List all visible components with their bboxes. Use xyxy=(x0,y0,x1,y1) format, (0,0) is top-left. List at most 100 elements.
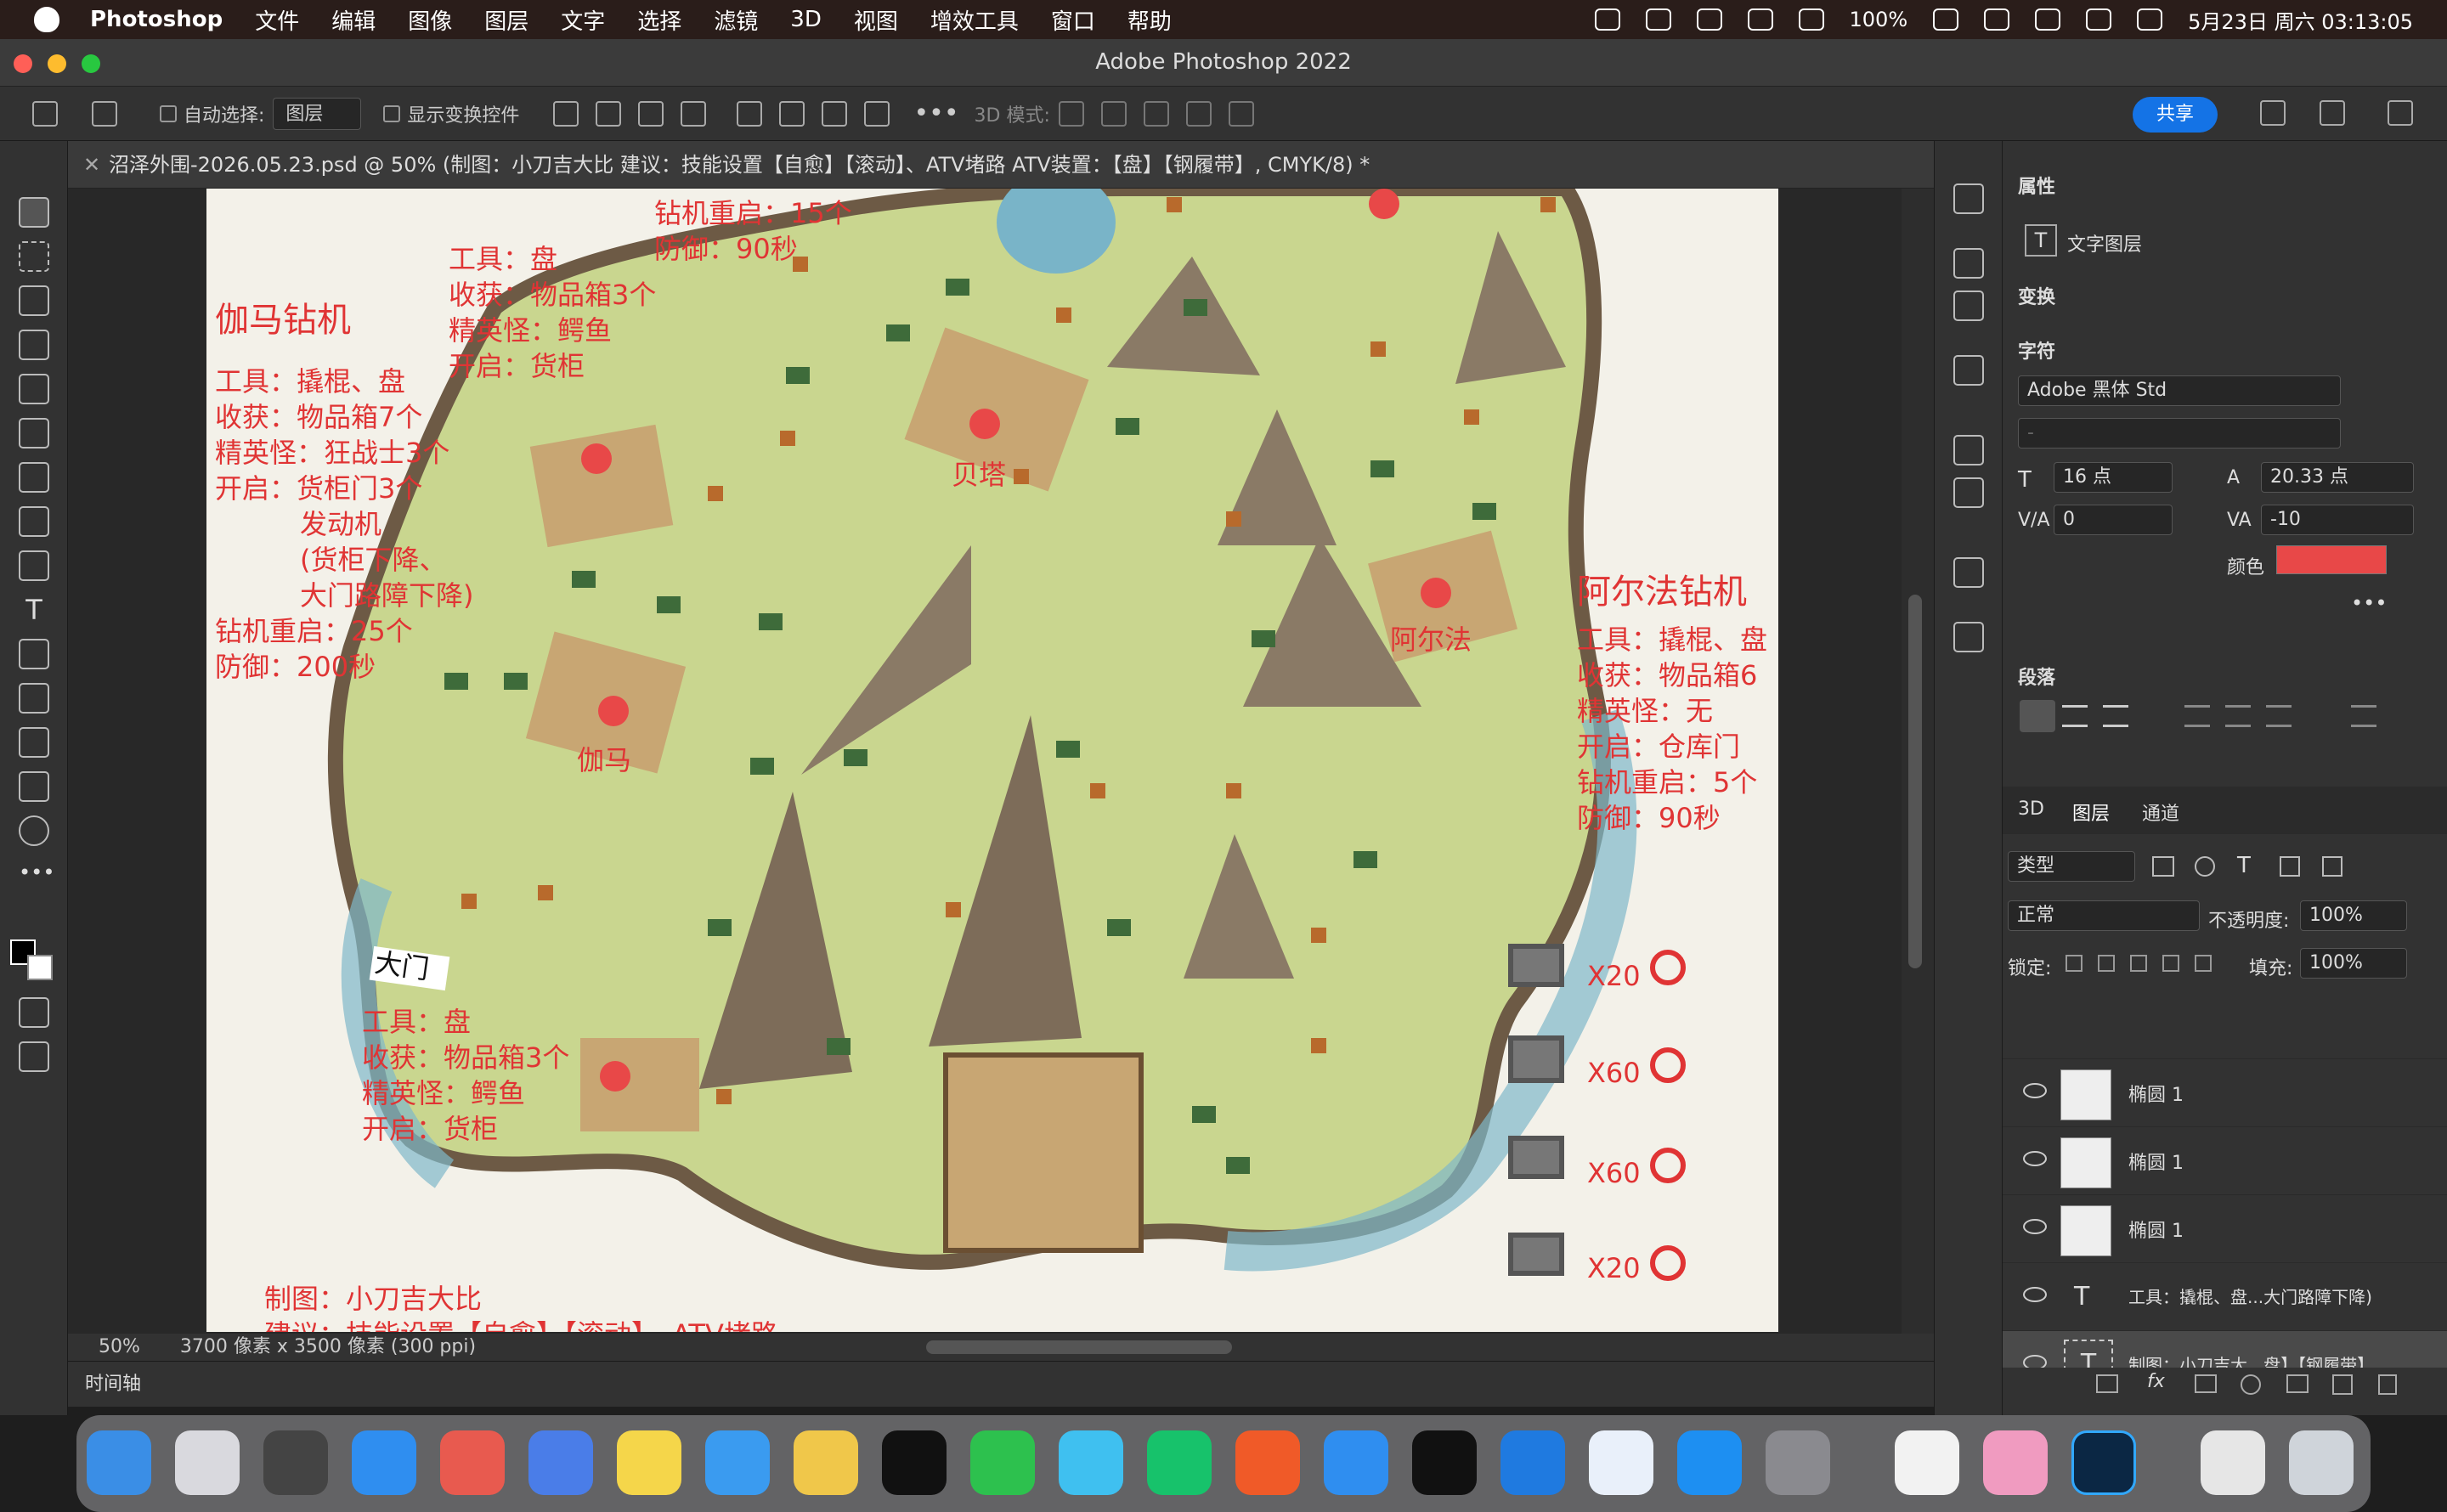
menu-view[interactable]: 视图 xyxy=(854,4,898,36)
adjustments-icon[interactable] xyxy=(1953,291,1984,321)
visibility-eye-icon[interactable] xyxy=(2023,1083,2047,1098)
align-middle-icon[interactable] xyxy=(779,100,805,127)
vertical-scroll-thumb[interactable] xyxy=(1908,595,1922,968)
justify-center-icon[interactable] xyxy=(2225,705,2251,727)
display-status-icon[interactable] xyxy=(1645,8,1671,31)
menu-image[interactable]: 图像 xyxy=(408,4,452,36)
tools-panel-icon[interactable] xyxy=(1953,557,1984,588)
share-button[interactable]: 共享 xyxy=(2133,97,2218,133)
distribute-vertical-icon[interactable] xyxy=(864,100,890,127)
kerning-field[interactable]: 0 xyxy=(2054,505,2173,535)
workspace-icon[interactable] xyxy=(2320,100,2345,126)
share-export-icon[interactable] xyxy=(2388,100,2413,126)
fill-field[interactable]: 100% xyxy=(2300,948,2407,979)
qq-icon[interactable] xyxy=(882,1430,947,1495)
type-tool-icon[interactable]: T xyxy=(19,595,49,625)
filter-adjustment-icon[interactable] xyxy=(2195,856,2215,877)
justify-all-icon[interactable] xyxy=(2351,705,2376,727)
layer-row[interactable]: 椭圆 1 xyxy=(2003,1194,2447,1262)
lock-pixels-icon[interactable] xyxy=(2066,955,2082,972)
link-layers-icon[interactable] xyxy=(2096,1374,2118,1393)
brush-settings-icon[interactable] xyxy=(1953,248,1984,279)
paragraph-panel-icon[interactable] xyxy=(1953,477,1984,508)
clock[interactable]: 5月23日 周六 03:13:05 xyxy=(2188,5,2413,35)
history-panel-icon[interactable] xyxy=(1953,183,1984,214)
mail-icon[interactable] xyxy=(705,1430,770,1495)
layer-name[interactable]: 椭圆 1 xyxy=(2128,1216,2184,1243)
roll-3d-icon[interactable] xyxy=(1100,100,1127,127)
blend-mode-select[interactable]: 正常 xyxy=(2008,900,2200,931)
tiktok-icon[interactable] xyxy=(1412,1430,1477,1495)
character-section[interactable]: 字符 xyxy=(2018,336,2055,364)
menu-type[interactable]: 文字 xyxy=(561,4,605,36)
siri-icon[interactable] xyxy=(2137,8,2163,31)
more-options-icon[interactable]: ••• xyxy=(2351,591,2387,615)
wechat-icon[interactable] xyxy=(970,1430,1035,1495)
slide-3d-icon[interactable] xyxy=(1185,100,1212,127)
calculator-icon[interactable] xyxy=(263,1430,328,1495)
align-center-icon[interactable] xyxy=(596,100,622,127)
visibility-eye-icon[interactable] xyxy=(2023,1287,2047,1302)
marquee-tool-icon[interactable] xyxy=(19,241,49,272)
pen-tool-icon[interactable] xyxy=(19,639,49,669)
lasso-tool-icon[interactable] xyxy=(19,285,49,316)
align-right-text-icon[interactable] xyxy=(2103,705,2128,727)
zoom-tool-icon[interactable] xyxy=(19,815,49,846)
font-style-select[interactable]: - xyxy=(2018,418,2341,449)
delete-layer-icon[interactable] xyxy=(2378,1374,2397,1395)
filter-type-icon[interactable]: T xyxy=(2237,853,2251,878)
leading-field[interactable]: 20.33 点 xyxy=(2261,462,2414,493)
pan-3d-icon[interactable] xyxy=(1143,100,1169,127)
filter-image-icon[interactable] xyxy=(2152,856,2174,877)
battery-icon[interactable] xyxy=(1933,8,1959,31)
system-settings-icon[interactable] xyxy=(1766,1430,1830,1495)
hand-tool-icon[interactable] xyxy=(19,771,49,802)
notes-icon[interactable] xyxy=(617,1430,681,1495)
trash-icon[interactable] xyxy=(2289,1430,2354,1495)
eraser-tool-icon[interactable] xyxy=(19,506,49,537)
auto-select-dropdown[interactable]: 图层 xyxy=(273,97,362,130)
tab-3d[interactable]: 3D xyxy=(2018,798,2044,820)
menu-select[interactable]: 选择 xyxy=(637,4,681,36)
kind-filter-select[interactable]: 类型 xyxy=(2008,851,2135,882)
align-left-text-icon[interactable] xyxy=(2020,700,2055,732)
menu-file[interactable]: 文件 xyxy=(255,4,299,36)
move-tool-icon[interactable] xyxy=(92,100,117,127)
font-family-select[interactable]: Adobe 黑体 Std xyxy=(2018,375,2341,406)
photoshop-icon[interactable] xyxy=(2071,1430,2136,1495)
opacity-field[interactable]: 100% xyxy=(2300,900,2407,931)
tab-channels[interactable]: 通道 xyxy=(2142,798,2179,826)
music-app-icon[interactable] xyxy=(794,1430,858,1495)
visibility-eye-icon[interactable] xyxy=(2023,1219,2047,1234)
menu-help[interactable]: 帮助 xyxy=(1127,4,1172,36)
timeline-label[interactable]: 时间轴 xyxy=(85,1374,141,1395)
edit-toolbar-icon[interactable]: ••• xyxy=(19,860,54,890)
line-tool-icon[interactable] xyxy=(19,727,49,758)
menu-edit[interactable]: 编辑 xyxy=(331,4,376,36)
layer-row[interactable]: 椭圆 1 xyxy=(2003,1058,2447,1126)
align-bottom-icon[interactable] xyxy=(822,100,848,127)
feishu-icon[interactable] xyxy=(528,1430,593,1495)
close-document-icon[interactable]: ✕ xyxy=(83,141,100,189)
background-color-swatch[interactable] xyxy=(27,955,53,980)
finder-icon[interactable] xyxy=(87,1430,151,1495)
menu-window[interactable]: 窗口 xyxy=(1051,4,1095,36)
layer-row[interactable]: T 工具：撬棍、盘...大门路障下降) xyxy=(2003,1262,2447,1330)
apple-icon[interactable] xyxy=(34,7,59,32)
properties-panel-icon[interactable] xyxy=(1953,622,1984,652)
magic-wand-tool-icon[interactable] xyxy=(19,330,49,360)
paint-bucket-tool-icon[interactable] xyxy=(19,550,49,581)
eyedropper-tool-icon[interactable] xyxy=(19,374,49,404)
fx-icon[interactable]: fx xyxy=(2147,1371,2165,1392)
layer-name[interactable]: 椭圆 1 xyxy=(2128,1148,2184,1175)
downloads-stack-icon[interactable] xyxy=(2201,1430,2265,1495)
orbit-3d-icon[interactable] xyxy=(1058,100,1084,127)
ntfs-icon[interactable] xyxy=(1500,1430,1565,1495)
clock-app-icon[interactable] xyxy=(1895,1430,1959,1495)
move-tool-icon[interactable] xyxy=(19,197,49,228)
align-top-icon[interactable] xyxy=(737,100,763,127)
visibility-eye-icon[interactable] xyxy=(2023,1151,2047,1166)
tracking-field[interactable]: -10 xyxy=(2261,505,2414,535)
scale-3d-icon[interactable] xyxy=(1228,100,1254,127)
distribute-icon[interactable] xyxy=(681,100,707,127)
